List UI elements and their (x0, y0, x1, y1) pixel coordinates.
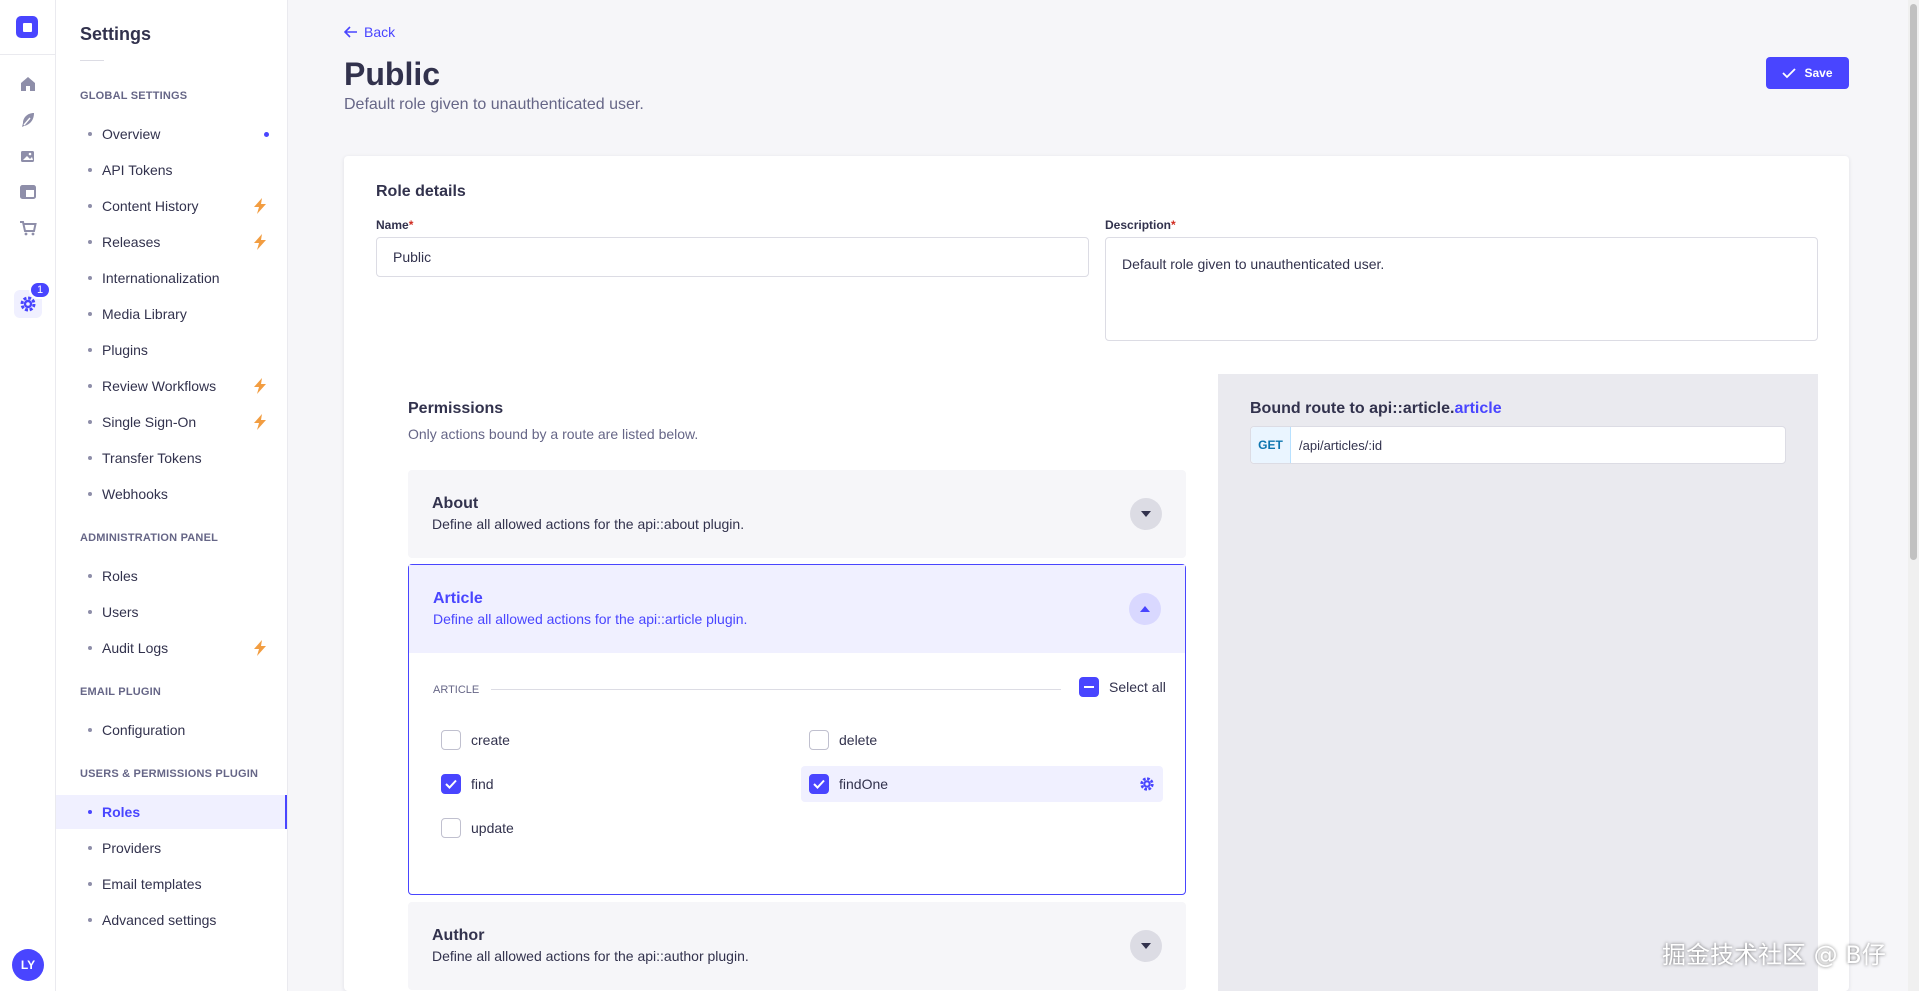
indeterminate-icon (1079, 677, 1099, 697)
sidebar-item-audit-logs[interactable]: Audit Logs (56, 631, 287, 665)
permissions-panel: Permissions Only actions bound by a rout… (376, 374, 1218, 991)
description-textarea[interactable]: Default role given to unauthenticated us… (1105, 237, 1818, 341)
description-label: Description* (1105, 218, 1176, 232)
name-label: Name* (376, 218, 414, 232)
bolt-icon (254, 414, 266, 430)
sidebar-item-webhooks[interactable]: Webhooks (56, 477, 287, 511)
sidebar-item-configuration[interactable]: Configuration (56, 713, 287, 747)
action-delete[interactable]: delete (801, 722, 1163, 758)
chevron-up-icon[interactable] (1129, 593, 1161, 625)
rail-divider (0, 54, 56, 55)
scrollbar-thumb[interactable] (1910, 4, 1917, 560)
accordion-author[interactable]: Author Define all allowed actions for th… (408, 902, 1186, 990)
gear-icon[interactable] (1139, 776, 1155, 792)
sidebar-item-email-templates[interactable]: Email templates (56, 867, 287, 901)
bolt-icon (254, 640, 266, 656)
sidebar-item-transfer-tokens[interactable]: Transfer Tokens (56, 441, 287, 475)
bolt-icon (254, 234, 266, 250)
action-update[interactable]: update (433, 810, 783, 846)
checkbox[interactable] (441, 818, 461, 838)
bound-route-panel: Bound route to api::article.article GET … (1218, 374, 1818, 991)
sidebar-item-api-tokens[interactable]: API Tokens (56, 153, 287, 187)
home-icon[interactable] (14, 70, 42, 98)
back-link[interactable]: Back (344, 24, 395, 40)
section-label-administration-panel: Administration Panel (80, 532, 219, 544)
main-nav-rail: 1 LY (0, 0, 56, 991)
sidebar-item-internationalization[interactable]: Internationalization (56, 261, 287, 295)
sidebar-item-content-history[interactable]: Content History (56, 189, 287, 223)
bolt-icon (254, 378, 266, 394)
sidebar-item-admin-roles[interactable]: Roles (56, 559, 287, 593)
bolt-icon (254, 198, 266, 214)
layout-icon[interactable] (14, 178, 42, 206)
user-avatar[interactable]: LY (12, 949, 44, 981)
route-path: /api/articles/:id (1299, 437, 1383, 453)
accordion-article-header[interactable] (409, 565, 1185, 653)
sidebar-item-media-library[interactable]: Media Library (56, 297, 287, 331)
notification-badge: 1 (29, 281, 51, 299)
sidebar-item-advanced-settings[interactable]: Advanced settings (56, 903, 287, 937)
sidebar-item-providers[interactable]: Providers (56, 831, 287, 865)
page-subtitle: Default role given to unauthenticated us… (344, 96, 644, 113)
sidebar-item-overview[interactable]: Overview (56, 117, 287, 151)
new-dot-indicator (264, 132, 269, 137)
feather-icon[interactable] (14, 106, 42, 134)
checkbox-checked[interactable] (441, 774, 461, 794)
checkbox[interactable] (809, 730, 829, 750)
cart-icon[interactable] (14, 214, 42, 242)
save-button[interactable]: Save (1766, 57, 1849, 89)
sidebar-title: Settings (80, 24, 152, 44)
sidebar-item-review-workflows[interactable]: Review Workflows (56, 369, 287, 403)
chevron-down-icon[interactable] (1130, 930, 1162, 962)
bound-route-title: Bound route to api::article.article (1250, 400, 1502, 417)
accordion-about[interactable]: About Define all allowed actions for the… (408, 470, 1186, 558)
permissions-title: Permissions (408, 400, 504, 417)
page-scrollbar[interactable] (1908, 0, 1919, 991)
select-all-checkbox[interactable]: Select all (1079, 677, 1166, 697)
sidebar-item-users[interactable]: Users (56, 595, 287, 629)
action-findone[interactable]: findOne (801, 766, 1163, 802)
watermark: 掘金技术社区 @ B仔 (1662, 941, 1886, 969)
route-display: GET /api/articles/:id (1250, 426, 1786, 464)
checkbox[interactable] (441, 730, 461, 750)
chevron-down-icon[interactable] (1130, 498, 1162, 530)
action-create[interactable]: create (433, 722, 783, 758)
section-label-users-permissions: Users & Permissions Plugin (80, 768, 259, 780)
sidebar-title-divider (80, 60, 104, 61)
role-card: Role details Name* Public Description* D… (344, 156, 1849, 991)
strapi-logo-icon[interactable] (16, 16, 38, 38)
media-icon[interactable] (14, 142, 42, 170)
role-details-heading: Role details (376, 183, 466, 200)
sidebar-item-releases[interactable]: Releases (56, 225, 287, 259)
http-method-badge: GET (1251, 427, 1291, 463)
check-icon (1782, 68, 1797, 79)
group-label-article: Article (433, 684, 480, 696)
section-label-email-plugin: Email Plugin (80, 686, 162, 698)
accordion-article: Article Define all allowed actions for t… (408, 564, 1186, 895)
name-input[interactable]: Public (376, 237, 1089, 277)
arrow-left-icon (344, 26, 357, 38)
sidebar-item-single-sign-on[interactable]: Single Sign-On (56, 405, 287, 439)
checkbox-checked[interactable] (809, 774, 829, 794)
permissions-subtitle: Only actions bound by a route are listed… (408, 426, 699, 442)
sidebar-item-roles[interactable]: Roles (56, 795, 287, 829)
settings-sidebar: Settings Global Settings Overview API To… (56, 0, 288, 991)
sidebar-item-plugins[interactable]: Plugins (56, 333, 287, 367)
action-find[interactable]: find (433, 766, 783, 802)
section-label-global-settings: Global Settings (80, 90, 188, 102)
page-title: Public (344, 56, 441, 92)
group-divider (491, 689, 1061, 690)
